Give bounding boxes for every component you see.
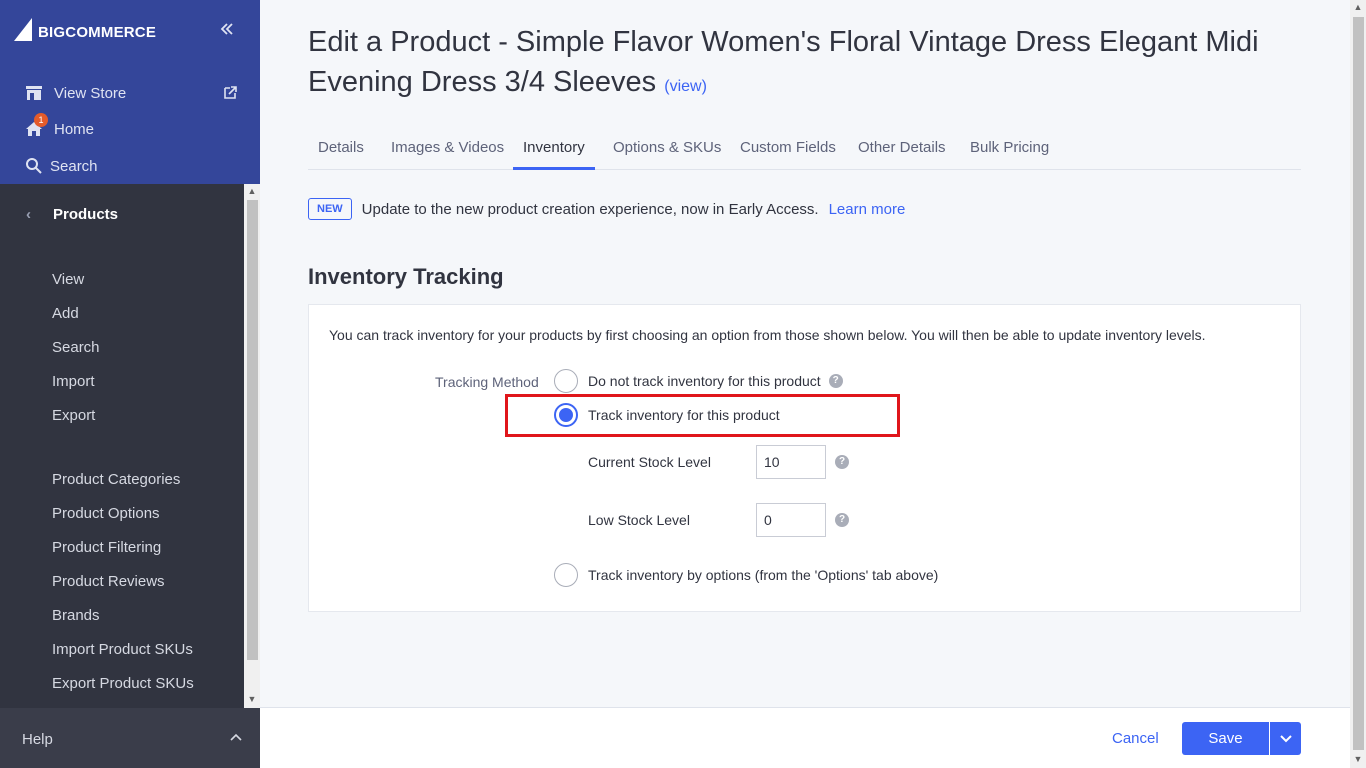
page-scroll-thumb[interactable] <box>1353 17 1364 750</box>
tab-details[interactable]: Details <box>308 128 374 170</box>
section-title: Inventory Tracking <box>308 264 504 289</box>
collapse-sidebar-button[interactable] <box>220 20 240 42</box>
learn-more-link[interactable]: Learn more <box>829 201 906 218</box>
scroll-down-arrow-icon[interactable]: ▼ <box>1350 752 1366 766</box>
radio-track-by-options[interactable] <box>554 563 578 587</box>
radio-do-not-track[interactable] <box>554 369 578 393</box>
sidebar-item-product-categories[interactable]: Product Categories <box>52 471 180 488</box>
home-label: Home <box>54 120 95 138</box>
sidebar-item-add[interactable]: Add <box>52 305 79 322</box>
current-stock-label: Current Stock Level <box>588 454 711 470</box>
page-title: Edit a Product - Simple Flavor Women's F… <box>308 22 1308 107</box>
view-store-link[interactable]: View Store <box>24 81 126 105</box>
sidebar-nav: ‹ Products View Add Search Import Export… <box>0 184 244 708</box>
help-label: Help <box>22 731 53 748</box>
sidebar-item-product-reviews[interactable]: Product Reviews <box>52 573 165 590</box>
help-icon[interactable]: ? <box>828 374 843 388</box>
tab-custom-fields[interactable]: Custom Fields <box>730 128 846 170</box>
sidebar-item-search[interactable]: Search <box>52 339 100 356</box>
page-scrollbar[interactable]: ▲ ▼ <box>1350 0 1366 768</box>
storefront-icon <box>24 83 44 103</box>
new-badge: NEW <box>308 198 352 220</box>
product-tabs: Details Images & Videos Inventory Option… <box>308 128 1301 170</box>
sidebar-item-import[interactable]: Import <box>52 373 95 390</box>
save-button[interactable]: Save <box>1182 722 1269 755</box>
main-content: Edit a Product - Simple Flavor Women's F… <box>260 0 1350 768</box>
search-link[interactable]: Search <box>24 154 98 178</box>
sidebar-item-export-product-skus[interactable]: Export Product SKUs <box>52 675 194 692</box>
notice-text: Update to the new product creation exper… <box>361 200 819 218</box>
tab-bulk-pricing[interactable]: Bulk Pricing <box>960 128 1059 170</box>
view-product-link[interactable]: (view) <box>664 78 707 95</box>
tab-images-videos[interactable]: Images & Videos <box>381 128 514 170</box>
sidebar-item-product-options[interactable]: Product Options <box>52 505 160 522</box>
scroll-up-arrow-icon[interactable]: ▲ <box>244 184 260 198</box>
chevron-down-icon <box>1279 734 1292 742</box>
sidebar-item-import-product-skus[interactable]: Import Product SKUs <box>52 641 193 658</box>
panel-description: You can track inventory for your product… <box>329 327 1206 343</box>
option-do-not-track-label: Do not track inventory for this product <box>588 373 821 389</box>
scroll-down-arrow-icon[interactable]: ▼ <box>244 692 260 706</box>
sidebar-scroll-thumb[interactable] <box>247 200 258 660</box>
double-chevron-left-icon <box>220 23 233 35</box>
action-footer: Cancel Save <box>260 707 1350 768</box>
page-title-text: Edit a Product - Simple Flavor Women's F… <box>308 26 1259 98</box>
logo-prefix: BIG <box>38 24 66 41</box>
current-stock-input[interactable] <box>756 445 826 479</box>
chevron-left-icon: ‹ <box>26 206 31 223</box>
tab-options-skus[interactable]: Options & SKUs <box>603 128 731 170</box>
sidebar-header: BIGCOMMERCE View Store 1 Home Search <box>0 0 260 184</box>
option-track-by-options-label: Track inventory by options (from the 'Op… <box>588 567 939 583</box>
sidebar-item-brands[interactable]: Brands <box>52 607 100 624</box>
help-icon[interactable]: ? <box>835 513 849 527</box>
search-icon <box>24 156 44 176</box>
home-link[interactable]: 1 Home <box>24 113 95 141</box>
products-section-title: Products <box>53 206 119 223</box>
logo-text: COMMERCE <box>65 24 157 41</box>
sidebar: BIGCOMMERCE View Store 1 Home Search ‹ P… <box>0 0 260 768</box>
home-icon: 1 <box>24 113 48 139</box>
sidebar-item-view[interactable]: View <box>52 271 84 288</box>
view-store-label: View Store <box>54 84 127 102</box>
cancel-button[interactable]: Cancel <box>1112 730 1159 747</box>
search-label: Search <box>50 157 98 175</box>
option-do-not-track[interactable]: Do not track inventory for this product … <box>554 369 843 393</box>
products-section-header[interactable]: ‹ Products <box>26 206 118 223</box>
tab-other-details[interactable]: Other Details <box>848 128 956 170</box>
help-bar[interactable]: Help <box>0 708 260 768</box>
scroll-up-arrow-icon[interactable]: ▲ <box>1350 0 1366 14</box>
low-stock-input[interactable] <box>756 503 826 537</box>
sidebar-item-export[interactable]: Export <box>52 407 95 424</box>
tracking-method-label: Tracking Method <box>435 374 539 390</box>
sidebar-item-product-filtering[interactable]: Product Filtering <box>52 539 161 556</box>
sidebar-scrollbar[interactable]: ▲ ▼ <box>244 184 260 708</box>
notification-badge: 1 <box>34 113 48 127</box>
low-stock-label: Low Stock Level <box>588 512 690 528</box>
highlight-annotation <box>505 394 900 437</box>
external-link-icon[interactable] <box>222 85 238 101</box>
chevron-up-icon <box>230 728 242 744</box>
help-icon[interactable]: ? <box>835 455 849 469</box>
save-options-dropdown[interactable] <box>1270 722 1301 755</box>
option-track-by-options[interactable]: Track inventory by options (from the 'Op… <box>554 563 938 587</box>
inventory-tracking-panel: You can track inventory for your product… <box>308 304 1301 612</box>
tab-inventory[interactable]: Inventory <box>513 128 595 170</box>
early-access-notice: NEW Update to the new product creation e… <box>308 198 905 220</box>
